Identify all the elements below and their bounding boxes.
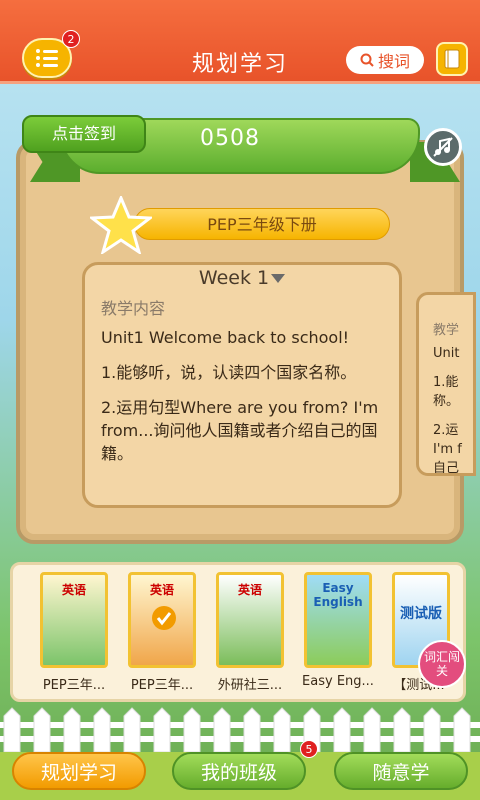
next-line-4: 2.运 [433,423,459,438]
book-icon [444,49,460,69]
date-code: 0508 [200,126,260,151]
book-item[interactable]: 英语 PEP三年... [36,572,112,693]
next-week-card[interactable]: 教学 Unit 1.能 称。 2.运 I'm f 自己 [416,292,476,476]
book-title[interactable]: PEP三年级下册 [134,208,390,240]
week-label: Week 1 [198,267,270,289]
music-toggle[interactable] [424,128,462,166]
next-line-5: I'm f [433,442,462,457]
objective-2: 2.运用句型Where are you from? I'm from...询问他… [101,398,379,463]
next-line-1: Unit [433,346,460,361]
week-card[interactable]: Week 1 教学内容 Unit1 Welcome back to school… [82,262,402,508]
book-item[interactable]: Easy English Easy Eng... [300,572,376,689]
checkin-button[interactable]: 点击签到 [22,115,146,153]
nav-plan-study[interactable]: 规划学习 [12,752,146,790]
book-cover: Easy English [304,572,372,668]
next-line-2: 1.能 [433,375,459,390]
book-button[interactable] [436,42,468,76]
book-name: Easy Eng... [302,674,374,689]
star-icon [90,196,152,254]
dropdown-arrow-icon [271,274,286,283]
week-selector[interactable]: Week 1 [85,265,399,291]
search-icon [360,53,374,67]
music-off-icon [433,137,453,157]
book-cover: 英语 [128,572,196,668]
search-label: 搜词 [377,52,410,71]
class-badge: 5 [300,740,318,758]
fence-decoration [0,707,480,752]
next-line-6: 自己 [433,461,460,476]
book-name: PEP三年... [42,678,106,693]
search-button[interactable]: 搜词 [346,46,424,74]
nav-free-study[interactable]: 随意学 [334,752,468,790]
book-item[interactable]: 英语 PEP三年... [124,572,200,693]
nav-my-class[interactable]: 我的班级 [172,752,306,790]
book-name: 外研社三... [217,678,283,693]
next-line-3: 称。 [433,394,460,409]
selected-check-icon [152,606,176,630]
unit-title: Unit1 Welcome back to school! [101,328,350,347]
book-cover: 英语 [216,572,284,668]
book-cover: 英语 [40,572,108,668]
book-item[interactable]: 英语 外研社三... [212,572,288,693]
vocab-challenge-button[interactable]: 词汇闯关 [418,640,466,688]
content-label: 教学内容 [101,299,166,318]
next-content-label: 教学 [433,323,460,338]
book-name: PEP三年... [130,678,194,693]
objective-1: 1.能够听，说，认读四个国家名称。 [101,363,357,382]
